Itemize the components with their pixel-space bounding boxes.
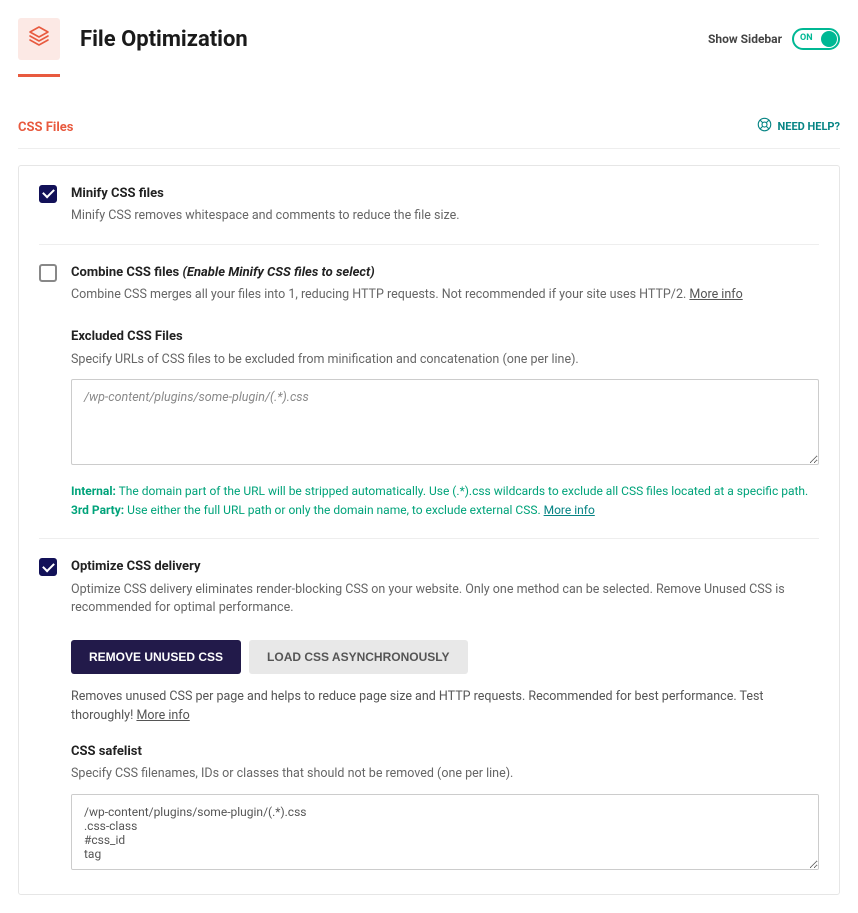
combine-css-desc: Combine CSS merges all your files into 1… — [71, 286, 819, 305]
excluded-css-desc: Specify URLs of CSS files to be excluded… — [71, 351, 819, 370]
toggle-state-label: ON — [800, 32, 813, 46]
minify-css-desc: Minify CSS removes whitespace and commen… — [71, 207, 819, 226]
layers-icon — [18, 18, 60, 60]
remove-unused-css-button[interactable]: REMOVE UNUSED CSS — [71, 640, 241, 674]
optimize-css-checkbox[interactable] — [39, 558, 57, 576]
combine-css-checkbox[interactable] — [39, 264, 57, 282]
section-title: CSS Files — [18, 118, 73, 138]
hint-more-info-link[interactable]: More info — [544, 503, 595, 517]
combine-css-option: Combine CSS files (Enable Minify CSS fil… — [39, 244, 819, 538]
show-sidebar-label: Show Sidebar — [708, 30, 782, 48]
optimize-css-option: Optimize CSS delivery Optimize CSS deliv… — [39, 538, 819, 894]
optimize-css-title: Optimize CSS delivery — [71, 557, 819, 577]
need-help-link[interactable]: NEED HELP? — [757, 117, 841, 138]
optimize-css-desc: Optimize CSS delivery eliminates render-… — [71, 581, 819, 619]
excluded-css-title: Excluded CSS Files — [71, 327, 819, 347]
remove-unused-desc: Removes unused CSS per page and helps to… — [71, 688, 819, 726]
load-css-async-button[interactable]: LOAD CSS ASYNCHRONOUSLY — [249, 640, 467, 674]
combine-more-info-link[interactable]: More info — [689, 287, 742, 302]
safelist-desc: Specify CSS filenames, IDs or classes th… — [71, 765, 819, 784]
css-files-panel: Minify CSS files Minify CSS removes whit… — [18, 165, 840, 896]
page-title: File Optimization — [80, 23, 248, 56]
show-sidebar-toggle[interactable]: ON — [792, 28, 840, 50]
excluded-css-hint: Internal: The domain part of the URL wil… — [71, 482, 819, 520]
minify-css-checkbox[interactable] — [39, 185, 57, 203]
active-tab-indicator — [18, 74, 60, 77]
minify-css-title: Minify CSS files — [71, 184, 819, 204]
help-icon — [757, 117, 772, 138]
optimize-more-info-link[interactable]: More info — [136, 708, 189, 723]
page-header: File Optimization Show Sidebar ON — [18, 18, 840, 60]
safelist-title: CSS safelist — [71, 742, 819, 762]
excluded-css-textarea[interactable] — [71, 379, 819, 465]
combine-css-title: Combine CSS files (Enable Minify CSS fil… — [71, 263, 819, 283]
safelist-textarea[interactable] — [71, 794, 819, 870]
minify-css-option: Minify CSS files Minify CSS removes whit… — [39, 166, 819, 244]
